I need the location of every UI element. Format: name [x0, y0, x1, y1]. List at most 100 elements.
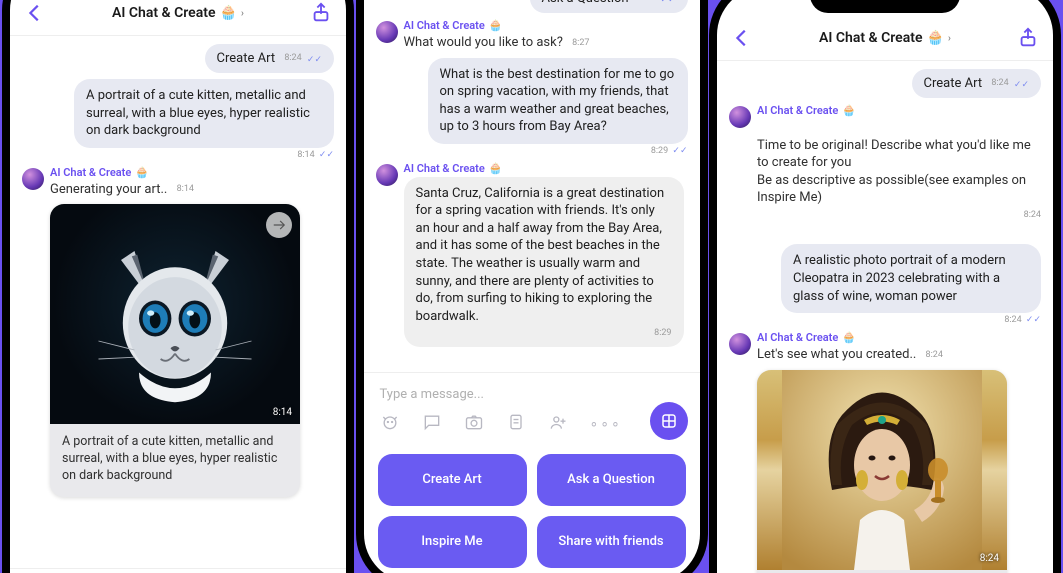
input-icon-row: ∘∘∘	[376, 408, 688, 442]
image-timestamp: 8:14	[273, 407, 292, 418]
ai-name-text: AI Chat & Create	[50, 166, 131, 179]
cat-face-icon[interactable]	[380, 412, 400, 436]
header-title[interactable]: AI Chat & Create 🧁 ›	[819, 30, 951, 46]
ai-sender-name: AI Chat & Create 🧁	[404, 19, 688, 32]
ai-message-group: AI Chat & Create 🧁 Generating your art..…	[22, 166, 334, 497]
ai-status-text: Generating your art.. 8:14	[50, 181, 334, 199]
user-question-bubble[interactable]: What is the best destination for me to g…	[428, 58, 688, 144]
back-button[interactable]	[24, 2, 46, 24]
ai-avatar[interactable]	[376, 21, 398, 43]
user-question-text: What is the best destination for me to g…	[440, 67, 675, 135]
chat-bubble-icon[interactable]	[422, 412, 442, 436]
user-message-time: 8:24	[1004, 315, 1021, 325]
action-grid: Create Art Ask a Question Inspire Me Sha…	[364, 446, 700, 573]
action-ask-question[interactable]: Ask a Question	[537, 454, 686, 506]
ai-avatar[interactable]	[729, 106, 751, 128]
generated-image-card[interactable]: 8:24 A realistic photo portrait of a mod…	[757, 370, 1007, 573]
grid-fab-button[interactable]	[650, 402, 688, 440]
ai-answer-time: 8:29	[654, 328, 671, 338]
read-ticks-icon: ✓✓	[1014, 80, 1029, 90]
pill-label: Create Art	[924, 76, 983, 91]
cupcake-icon: 🧁	[842, 104, 856, 117]
image-caption: A portrait of a cute kitten, metallic an…	[50, 424, 300, 497]
read-ticks-icon: ✓✓	[672, 146, 687, 156]
phone-screen-3: AI Chat & Create 🧁 › Create Art 8:24 ✓✓ …	[717, 0, 1053, 573]
back-button[interactable]	[731, 27, 753, 49]
share-button[interactable]	[1017, 27, 1039, 49]
ai-result-text: Let's see what you created.. 8:24	[757, 346, 1041, 364]
phone-screen-1: AI Chat & Create 🧁 › Create Art 8:24 ✓✓ …	[10, 0, 346, 573]
cupcake-icon: 🧁	[489, 162, 503, 175]
cleopatra-illustration	[782, 370, 982, 570]
generated-image[interactable]: 8:24	[757, 370, 1007, 570]
ai-prompt-time: 8:24	[1024, 210, 1041, 220]
create-art-pill[interactable]: Create Art 8:24 ✓✓	[912, 69, 1041, 99]
kitten-illustration	[85, 219, 265, 409]
user-message-bubble[interactable]: A portrait of a cute kitten, metallic an…	[74, 79, 334, 148]
user-message-meta: 8:14 ✓✓	[297, 150, 334, 160]
pill-time: 8:24	[991, 78, 1008, 88]
ai-name-text: AI Chat & Create	[404, 162, 485, 175]
image-timestamp: 8:24	[980, 553, 999, 564]
generated-image-card[interactable]: 8:14 A portrait of a cute kitten, metall…	[50, 204, 300, 497]
create-art-pill[interactable]: Create Art 8:24 ✓✓	[205, 44, 334, 74]
user-message-bubble[interactable]: A realistic photo portrait of a modern C…	[781, 244, 1041, 313]
camera-icon[interactable]	[464, 412, 484, 436]
pill-time: 8:24	[284, 53, 301, 63]
input-bar: Type a message... ∘∘∘	[364, 372, 700, 446]
ai-status-content: Generating your art..	[50, 182, 167, 197]
read-ticks-icon: ✓✓	[660, 0, 675, 5]
ai-answer-group: AI Chat & Create 🧁 Santa Cruz, Californi…	[376, 162, 688, 348]
read-ticks-icon: ✓✓	[319, 150, 334, 160]
ai-prompt-text: Time to be original! Describe what you'd…	[757, 119, 1041, 238]
message-input[interactable]: Type a message...	[376, 381, 688, 408]
app-title-text: AI Chat & Create	[112, 5, 215, 21]
ai-name-text: AI Chat & Create	[757, 104, 838, 117]
user-question-time: 8:29	[651, 146, 668, 156]
user-question-meta: 8:29 ✓✓	[651, 146, 688, 156]
user-message-time: 8:14	[297, 150, 314, 160]
header-bar: AI Chat & Create 🧁 ›	[10, 0, 346, 36]
generated-image[interactable]: 8:14	[50, 204, 300, 424]
notch	[810, 0, 960, 13]
note-icon[interactable]	[506, 412, 526, 436]
cupcake-icon: 🧁	[926, 30, 943, 46]
action-inspire-me[interactable]: Inspire Me	[378, 516, 527, 568]
ai-answer-text: Santa Cruz, California is a great destin…	[416, 186, 665, 324]
cupcake-icon: 🧁	[135, 166, 149, 179]
action-share-friends[interactable]: Share with friends	[537, 516, 686, 568]
app-title-text: AI Chat & Create	[819, 30, 922, 46]
ai-result-group: AI Chat & Create 🧁 Let's see what you cr…	[729, 331, 1041, 573]
chevron-right-icon: ›	[948, 33, 951, 44]
user-message-text: A realistic photo portrait of a modern C…	[793, 253, 1006, 303]
ask-question-pill[interactable]: Ask a Question 8:27 ✓✓	[530, 0, 688, 13]
more-icon[interactable]: ∘∘∘	[590, 416, 622, 432]
header-bar: AI Chat & Create 🧁 ›	[717, 17, 1053, 61]
add-person-icon[interactable]	[548, 412, 568, 436]
ai-prompt-time: 8:27	[572, 38, 589, 48]
ai-sender-name: AI Chat & Create 🧁	[404, 162, 688, 175]
chat-area: Ask a Question 8:27 ✓✓ AI Chat & Create …	[364, 0, 700, 372]
chevron-right-icon: ›	[241, 8, 244, 19]
ai-status-time: 8:14	[177, 184, 194, 194]
ai-avatar[interactable]	[376, 164, 398, 186]
action-create-art[interactable]: Create Art	[378, 454, 527, 506]
share-button[interactable]	[310, 2, 332, 24]
user-message-row: A portrait of a cute kitten, metallic an…	[22, 79, 334, 160]
cupcake-icon: 🧁	[842, 331, 856, 344]
user-message-row: A realistic photo portrait of a modern C…	[729, 244, 1041, 325]
ai-result-time: 8:24	[926, 350, 943, 360]
ai-prompt-group: AI Chat & Create 🧁 Time to be original! …	[729, 104, 1041, 238]
ai-answer-bubble[interactable]: Santa Cruz, California is a great destin…	[404, 177, 684, 348]
user-question-row: What is the best destination for me to g…	[376, 58, 688, 156]
ai-prompt-content: What would you like to ask?	[404, 35, 563, 50]
ai-avatar[interactable]	[729, 333, 751, 355]
ai-avatar[interactable]	[22, 168, 44, 190]
ai-prompt-content: Time to be original! Describe what you'd…	[757, 138, 1031, 206]
read-ticks-icon: ✓✓	[1026, 315, 1041, 325]
user-pill-row: Create Art 8:24 ✓✓	[729, 69, 1041, 99]
image-caption: A realistic photo portrait of a modern C…	[757, 570, 1007, 573]
input-bar: Type a message...	[10, 568, 346, 573]
pill-label: Ask a Question	[542, 0, 629, 6]
header-title[interactable]: AI Chat & Create 🧁 ›	[112, 5, 244, 21]
